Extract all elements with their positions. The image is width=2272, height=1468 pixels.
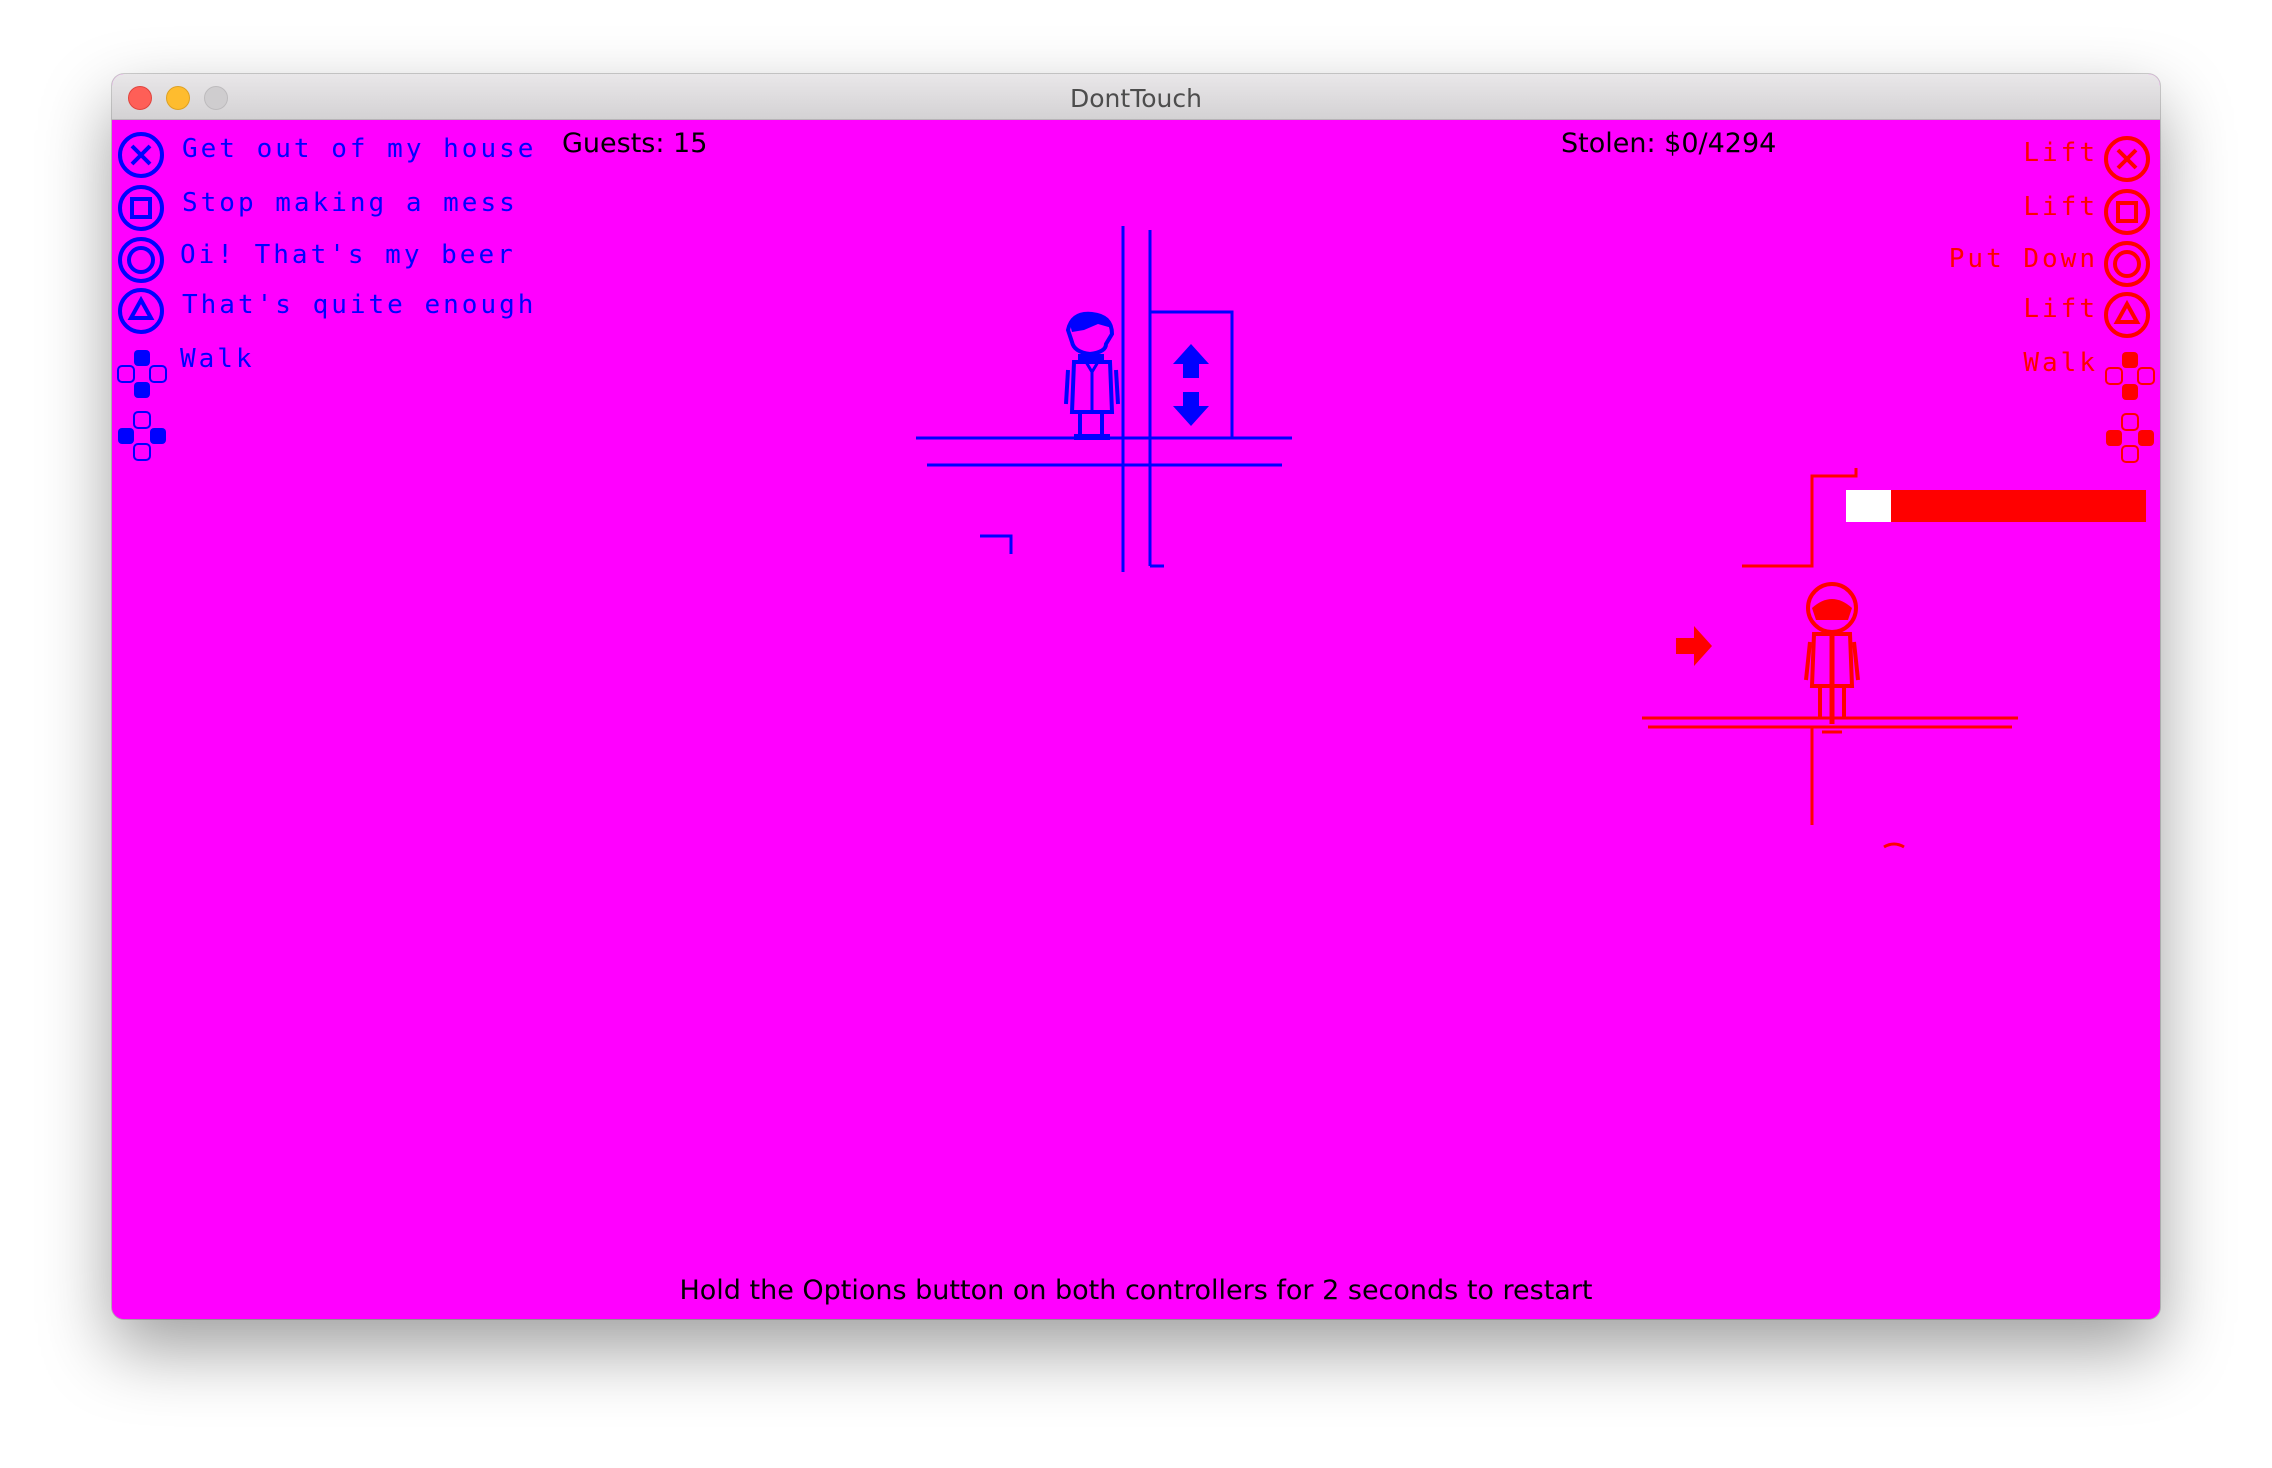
- partial-object: [1883, 842, 1905, 849]
- stairs: [1742, 468, 1858, 568]
- p2-scene: [1642, 468, 2018, 849]
- game-canvas[interactable]: Get out of my house Stop making a mess O…: [112, 120, 2160, 1319]
- direction-arrow-icon: [1676, 626, 1712, 666]
- floor: [1642, 716, 2018, 825]
- window-title: DontTouch: [1070, 84, 1202, 113]
- burglar-character: [1804, 582, 1860, 734]
- app-window: DontTouch Get out of my house Stop makin…: [112, 74, 2160, 1319]
- title-bar[interactable]: DontTouch: [112, 74, 2160, 120]
